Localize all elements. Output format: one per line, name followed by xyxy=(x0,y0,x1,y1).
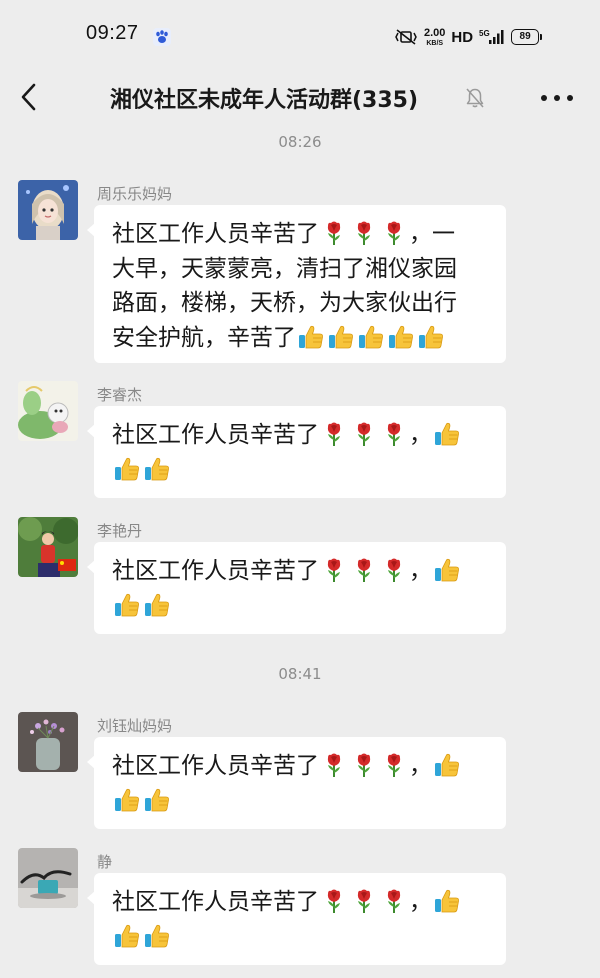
message-bubble[interactable]: 社区工作人员辛苦了 ， xyxy=(87,737,506,829)
message-text-run: 社区工作人员辛苦了 xyxy=(112,558,319,584)
rose-emoji-icon xyxy=(321,752,347,778)
status-bar: 09:27 2.00 KB/S HD 5G 89 xyxy=(0,0,600,74)
message-bubble[interactable]: 社区工作人员辛苦了 ， xyxy=(87,873,506,965)
chat-title: 湘仪社区未成年人活动群(335) xyxy=(110,88,419,113)
message-text: 社区工作人员辛苦了 ， xyxy=(112,749,488,818)
message-text-run: ， xyxy=(409,753,432,779)
rose-emoji-icon xyxy=(351,888,377,914)
thumbs-up-emoji-icon xyxy=(434,752,460,778)
battery-level: 89 xyxy=(511,29,540,45)
thumbs-up-emoji-icon xyxy=(358,324,384,350)
message-line: 路面，楼梯，天桥，为大家伙出行 xyxy=(112,286,488,321)
message-text-run: 大早，天蒙蒙亮，清扫了湘仪家园 xyxy=(112,255,457,282)
thumbs-up-emoji-icon xyxy=(144,592,170,618)
status-time: 09:27 xyxy=(86,22,139,44)
paw-icon xyxy=(153,28,171,46)
bell-off-icon xyxy=(466,88,484,108)
hd-label: HD xyxy=(451,28,474,46)
message-text-run: 安全护航，辛苦了 xyxy=(112,324,296,351)
message-bubble[interactable]: 社区工作人员辛苦了 ，一大早，天蒙蒙亮，清扫了湘仪家园 路面，楼梯，天桥，为大家伙出… xyxy=(87,205,506,363)
thumbs-up-emoji-icon xyxy=(114,787,140,813)
thumbs-up-emoji-icon xyxy=(434,557,460,583)
rose-emoji-icon xyxy=(321,421,347,447)
message-line xyxy=(112,589,488,624)
rose-emoji-icon xyxy=(351,557,377,583)
sender-name: 静 xyxy=(97,853,113,871)
rose-emoji-icon xyxy=(321,557,347,583)
vibrate-mute-icon xyxy=(395,29,417,45)
rose-emoji-icon xyxy=(321,220,347,246)
rose-emoji-icon xyxy=(381,752,407,778)
avatar[interactable] xyxy=(18,848,78,908)
thumbs-up-emoji-icon xyxy=(114,923,140,949)
network-type-label: 5G xyxy=(479,29,490,38)
message-text-run: 社区工作人员辛苦了 xyxy=(112,422,319,448)
rose-emoji-icon xyxy=(321,888,347,914)
message-text: 社区工作人员辛苦了 ， xyxy=(112,885,488,954)
rose-emoji-icon xyxy=(351,421,377,447)
thumbs-up-emoji-icon xyxy=(144,787,170,813)
thumbs-up-emoji-icon xyxy=(114,456,140,482)
message-line: 大早，天蒙蒙亮，清扫了湘仪家园 xyxy=(112,252,488,287)
message-bubble[interactable]: 社区工作人员辛苦了 ， xyxy=(87,406,506,498)
thumbs-up-emoji-icon xyxy=(418,324,444,350)
message-text-run: 路面，楼梯，天桥，为大家伙出行 xyxy=(112,290,457,316)
sender-name: 周乐乐妈妈 xyxy=(97,185,173,203)
thumbs-up-emoji-icon xyxy=(328,324,354,350)
thumbs-up-emoji-icon xyxy=(144,456,170,482)
message-text-run: ， xyxy=(409,558,432,584)
message-text: 社区工作人员辛苦了 ，一大早，天蒙蒙亮，清扫了湘仪家园 路面，楼梯，天桥，为大家伙出… xyxy=(112,217,488,355)
thumbs-up-emoji-icon xyxy=(114,592,140,618)
message-line xyxy=(112,920,488,955)
message-line: 社区工作人员辛苦了 ， xyxy=(112,554,488,589)
chevron-left-icon[interactable] xyxy=(18,82,42,112)
message-text-run: ， xyxy=(409,422,432,448)
rose-emoji-icon xyxy=(381,421,407,447)
thumbs-up-emoji-icon xyxy=(388,324,414,350)
message-text: 社区工作人员辛苦了 ， xyxy=(112,554,488,623)
chat-header: 湘仪社区未成年人活动群(335) xyxy=(0,74,600,122)
sender-name: 李睿杰 xyxy=(97,386,143,404)
timestamp: 08:41 xyxy=(278,665,322,683)
network-speed: 2.00 KB/S xyxy=(424,26,446,47)
rose-emoji-icon xyxy=(381,557,407,583)
message-line: 社区工作人员辛苦了 ，一 xyxy=(112,217,488,252)
more-dots-icon[interactable] xyxy=(540,94,574,102)
message-text-run: ，一 xyxy=(409,221,455,247)
rose-emoji-icon xyxy=(381,220,407,246)
thumbs-up-emoji-icon xyxy=(298,324,324,350)
message-line: 安全护航，辛苦了 xyxy=(112,321,488,356)
message-text-run: 社区工作人员辛苦了 xyxy=(112,889,319,915)
thumbs-up-emoji-icon xyxy=(144,923,170,949)
signal-5g-icon: 5G xyxy=(479,29,504,44)
thumbs-up-emoji-icon xyxy=(434,421,460,447)
avatar[interactable] xyxy=(18,712,78,772)
message-line: 社区工作人员辛苦了 ， xyxy=(112,418,488,453)
sender-name: 李艳丹 xyxy=(97,522,143,540)
message-text-run: 社区工作人员辛苦了 xyxy=(112,221,319,247)
network-speed-unit: KB/S xyxy=(426,39,444,47)
avatar[interactable] xyxy=(18,517,78,577)
rose-emoji-icon xyxy=(381,888,407,914)
rose-emoji-icon xyxy=(351,220,377,246)
rose-emoji-icon xyxy=(351,752,377,778)
thumbs-up-emoji-icon xyxy=(434,888,460,914)
message-text: 社区工作人员辛苦了 ， xyxy=(112,418,488,487)
message-text-run: ， xyxy=(409,889,432,915)
message-line: 社区工作人员辛苦了 ， xyxy=(112,885,488,920)
network-speed-value: 2.00 xyxy=(424,26,446,39)
message-line: 社区工作人员辛苦了 ， xyxy=(112,749,488,784)
sender-name: 刘钰灿妈妈 xyxy=(97,717,173,735)
timestamp: 08:26 xyxy=(278,133,322,151)
battery-icon: 89 xyxy=(511,29,543,45)
avatar[interactable] xyxy=(18,180,78,240)
avatar[interactable] xyxy=(18,381,78,441)
message-bubble[interactable]: 社区工作人员辛苦了 ， xyxy=(87,542,506,634)
message-text-run: 社区工作人员辛苦了 xyxy=(112,753,319,779)
message-line xyxy=(112,784,488,819)
message-line xyxy=(112,453,488,488)
status-icons: 2.00 KB/S HD 5G 89 xyxy=(394,26,543,48)
